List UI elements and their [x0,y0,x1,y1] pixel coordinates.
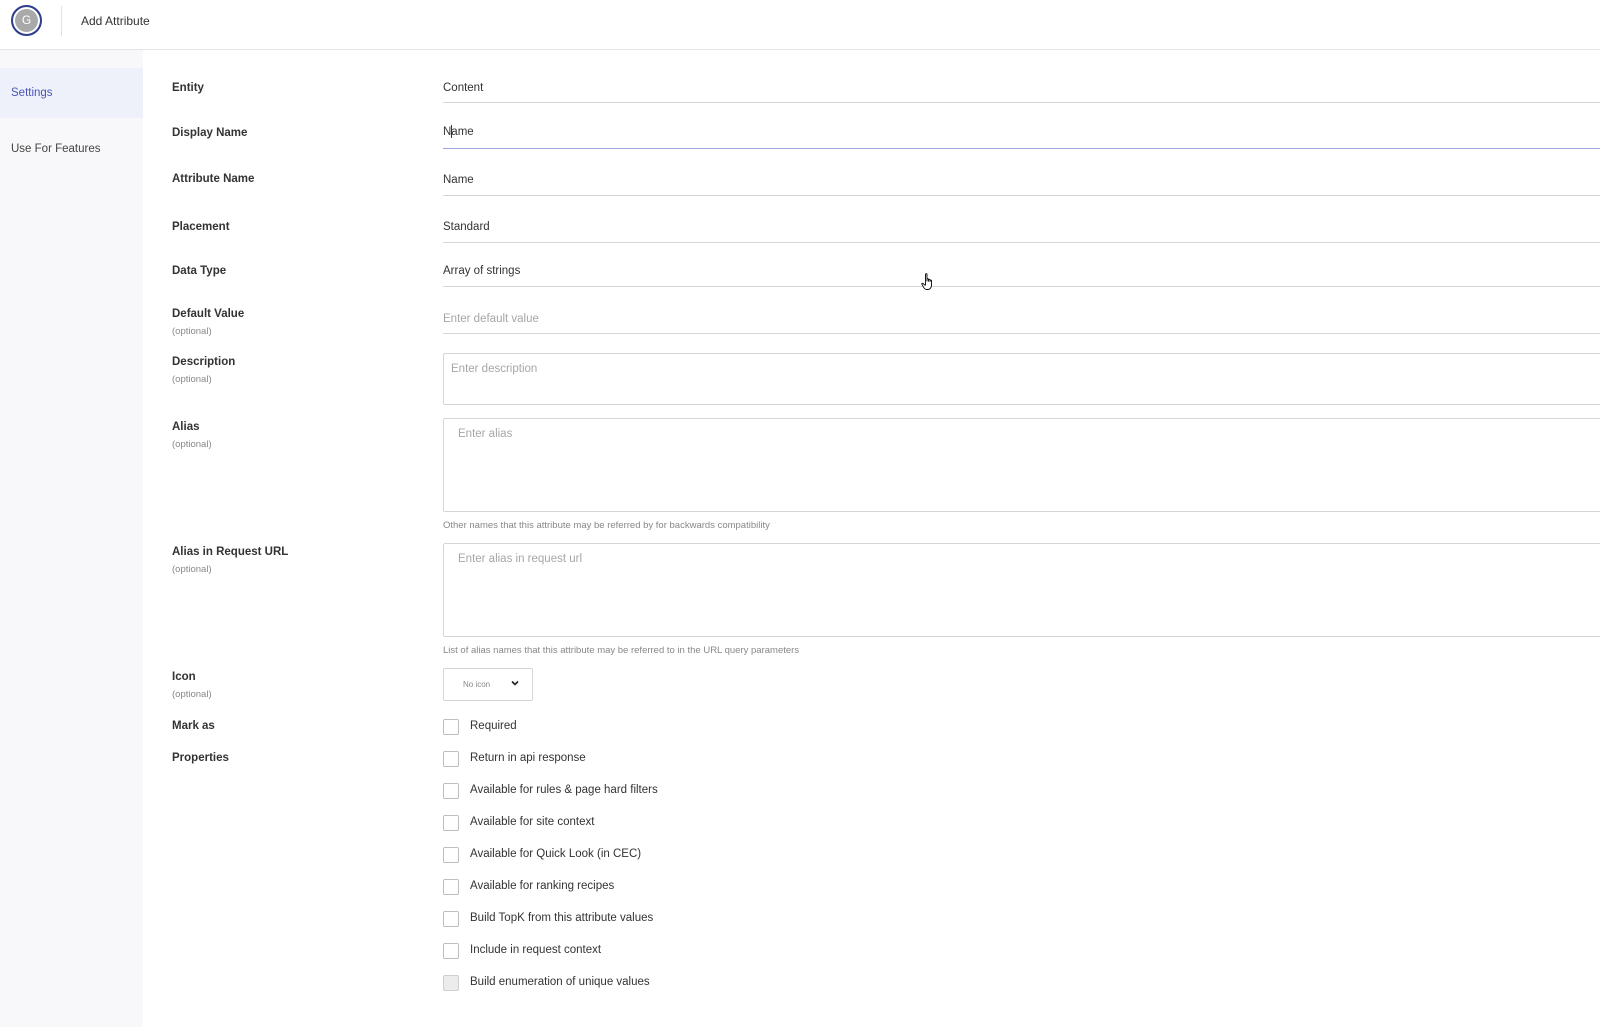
available-for-rules-checkbox[interactable] [443,783,459,799]
icon-optional: (optional) [172,689,212,700]
data-type-select[interactable]: Array of strings [443,265,1543,277]
description-box [443,353,1600,405]
alias-hint: Other names that this attribute may be r… [443,520,770,531]
top-bar: G Add Attribute [0,0,1600,50]
alias-request-url-hint: List of alias names that this attribute … [443,645,800,656]
entity-value[interactable]: Content [443,82,1543,94]
default-value-input[interactable] [443,310,1543,328]
alias-box [443,418,1600,512]
attribute-name-input[interactable] [443,171,1543,189]
user-avatar[interactable]: G [11,5,42,36]
sidebar-item-settings[interactable]: Settings [0,68,143,118]
icon-dropdown-value: No icon [463,680,491,689]
property-option-label: Available for Quick Look (in CEC) [470,848,642,860]
chevron-down-icon [511,680,519,686]
available-for-quick-look-checkbox[interactable] [443,847,459,863]
sidebar-item-use-for-features[interactable]: Use For Features [0,124,143,174]
placement-underline [443,242,1600,243]
hand-pointer-cursor-icon [921,273,932,290]
mark-as-label: Mark as [172,720,215,732]
attribute-name-underline [443,195,1600,196]
available-for-site-context-checkbox[interactable] [443,815,459,831]
icon-dropdown[interactable]: No icon [443,668,533,701]
alias-request-url-box [443,543,1600,637]
description-optional: (optional) [172,374,212,385]
alias-request-url-textarea[interactable] [458,553,1588,627]
alias-textarea[interactable] [458,428,1588,502]
entity-underline [443,102,1600,103]
available-for-ranking-recipes-checkbox[interactable] [443,879,459,895]
alias-request-url-label: Alias in Request URL [172,546,289,558]
placement-select[interactable]: Standard [443,221,1543,233]
description-label: Description [172,356,236,368]
display-name-underline [443,148,1600,149]
display-name-label: Display Name [172,127,248,139]
include-in-request-context-checkbox[interactable] [443,943,459,959]
build-enumeration-checkbox [443,975,459,991]
property-option-label: Available for site context [470,816,595,828]
properties-label: Properties [172,752,229,764]
default-value-underline [443,333,1600,334]
data-type-label: Data Type [172,265,227,277]
required-checkbox[interactable] [443,719,459,735]
placement-label: Placement [172,221,230,233]
sidebar: Settings Use For Features [0,50,143,1027]
default-value-label: Default Value [172,308,245,320]
return-in-api-response-checkbox[interactable] [443,751,459,767]
alias-label: Alias [172,421,200,433]
alias-request-url-optional: (optional) [172,564,212,575]
attribute-name-label: Attribute Name [172,173,255,185]
page-title: Add Attribute [81,14,150,28]
header-divider [61,6,62,36]
property-option-label: Build enumeration of unique values [470,976,650,988]
property-option-label: Return in api response [470,752,586,764]
required-checkbox-label: Required [470,720,517,732]
entity-label: Entity [172,82,204,94]
default-value-optional: (optional) [172,326,212,337]
property-option-label: Include in request context [470,944,602,956]
property-option-label: Build TopK from this attribute values [470,912,654,924]
text-caret [451,125,452,138]
build-topk-checkbox[interactable] [443,911,459,927]
alias-optional: (optional) [172,439,212,450]
data-type-underline [443,286,1600,287]
property-option-label: Available for ranking recipes [470,880,615,892]
icon-label: Icon [172,671,196,683]
property-option-label: Available for rules & page hard filters [470,784,658,796]
display-name-input[interactable] [443,123,1543,141]
description-textarea[interactable] [451,363,1595,395]
